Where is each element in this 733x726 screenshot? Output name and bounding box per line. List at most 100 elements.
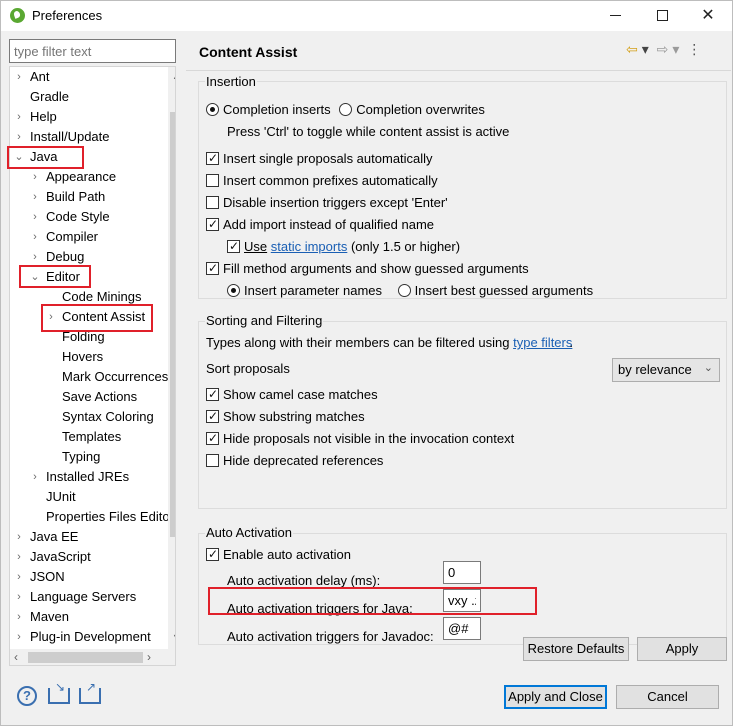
- tree-item[interactable]: › Maven: [10, 607, 168, 627]
- tree-item-label[interactable]: Save Actions: [62, 387, 137, 407]
- tree-item-label[interactable]: Java EE: [30, 527, 78, 547]
- tree-item[interactable]: › Installed JREs: [10, 467, 168, 487]
- checkbox-unchecked[interactable]: [206, 196, 219, 209]
- tree-item[interactable]: Typing: [10, 447, 168, 467]
- delay-input[interactable]: [443, 561, 481, 584]
- checkbox-checked[interactable]: [227, 237, 240, 255]
- insert-best-guessed-radio[interactable]: [397, 284, 411, 297]
- collapsed-arrow-icon[interactable]: ›: [14, 67, 24, 87]
- sort-proposals-value[interactable]: by relevance: [618, 362, 692, 377]
- tree-item-label[interactable]: Hovers: [62, 347, 103, 367]
- tree-item-label[interactable]: Plug-in Development: [30, 627, 151, 647]
- tree-item-label[interactable]: Compiler: [46, 227, 98, 247]
- tree-vertical-scrollbar[interactable]: ▲ ▼: [168, 67, 175, 649]
- completion-overwrites-label[interactable]: Completion overwrites: [356, 102, 485, 117]
- collapsed-arrow-icon[interactable]: ›: [14, 127, 24, 147]
- tree-item[interactable]: › Install/Update: [10, 127, 168, 147]
- insert-best-guessed-label[interactable]: Insert best guessed arguments: [415, 283, 594, 298]
- apply-and-close-button[interactable]: Apply and Close: [504, 685, 607, 709]
- collapsed-arrow-icon[interactable]: ›: [14, 607, 24, 627]
- tree-item-label[interactable]: JavaScript: [30, 547, 91, 567]
- tree-item-label[interactable]: Properties Files Editor: [46, 507, 174, 527]
- tree-item[interactable]: Templates: [10, 427, 168, 447]
- checkbox-checked[interactable]: [206, 407, 219, 425]
- tree-item[interactable]: Mark Occurrences: [10, 367, 168, 387]
- tree-item[interactable]: › Language Servers: [10, 587, 168, 607]
- checkbox-checked[interactable]: [206, 215, 219, 233]
- collapsed-arrow-icon[interactable]: ›: [14, 567, 24, 587]
- tree-item[interactable]: Save Actions: [10, 387, 168, 407]
- cancel-button[interactable]: Cancel: [616, 685, 719, 709]
- disable-triggers-checkbox[interactable]: Disable insertion triggers except 'Enter…: [206, 194, 448, 212]
- import-icon[interactable]: [48, 680, 70, 704]
- close-button[interactable]: ✕: [685, 1, 731, 31]
- tree-item[interactable]: Properties Files Editor: [10, 507, 174, 527]
- tree-item-label[interactable]: Code Style: [46, 207, 110, 227]
- filter-input[interactable]: [9, 39, 176, 63]
- fill-method-label[interactable]: Fill method arguments and show guessed a…: [223, 261, 529, 276]
- tree-item[interactable]: › Compiler: [10, 227, 168, 247]
- tree-item[interactable]: JUnit: [10, 487, 168, 507]
- checkbox-unchecked[interactable]: [206, 174, 219, 187]
- collapsed-arrow-icon[interactable]: ›: [30, 207, 40, 227]
- tree-item[interactable]: Hovers: [10, 347, 168, 367]
- checkbox-checked[interactable]: [206, 545, 219, 563]
- collapsed-arrow-icon[interactable]: ›: [30, 467, 40, 487]
- tree-item-label[interactable]: Ant: [30, 67, 50, 87]
- static-imports-link[interactable]: static imports: [271, 239, 348, 254]
- scroll-right-icon[interactable]: ›: [147, 650, 151, 664]
- back-dropdown-icon[interactable]: ▾: [642, 41, 649, 58]
- tree-item-label[interactable]: Installed JREs: [46, 467, 129, 487]
- tree-item-label[interactable]: Language Servers: [30, 587, 136, 607]
- insert-param-names-label[interactable]: Insert parameter names: [244, 283, 382, 298]
- collapsed-arrow-icon[interactable]: ›: [14, 527, 24, 547]
- scroll-left-icon[interactable]: ‹: [14, 650, 18, 664]
- tree-item[interactable]: › Build Path: [10, 187, 168, 207]
- tree-item-label[interactable]: Templates: [62, 427, 121, 447]
- completion-inserts-label[interactable]: Completion inserts: [223, 102, 331, 117]
- apply-button[interactable]: Apply: [637, 637, 727, 661]
- tree-item[interactable]: › JSON: [10, 567, 168, 587]
- tree-item[interactable]: › Java EE: [10, 527, 168, 547]
- tree-item-label[interactable]: JUnit: [46, 487, 76, 507]
- collapsed-arrow-icon[interactable]: ›: [14, 587, 24, 607]
- tree-item-label[interactable]: Mark Occurrences: [62, 367, 168, 387]
- tree-item[interactable]: › Debug: [10, 247, 168, 267]
- view-menu-icon[interactable]: ⋮: [687, 41, 701, 58]
- javadoc-triggers-input[interactable]: [443, 617, 481, 640]
- enable-auto-activation-label[interactable]: Enable auto activation: [223, 547, 351, 562]
- tree-item-label[interactable]: Build Path: [46, 187, 105, 207]
- tree-item[interactable]: Syntax Coloring: [10, 407, 168, 427]
- completion-overwrites-radio[interactable]: [339, 103, 353, 116]
- tree-item-label[interactable]: Gradle: [30, 87, 69, 107]
- disable-triggers-label[interactable]: Disable insertion triggers except 'Enter…: [223, 195, 448, 210]
- substring-checkbox[interactable]: Show substring matches: [206, 407, 365, 426]
- checkbox-checked[interactable]: [206, 259, 219, 277]
- tree-item-label[interactable]: Install/Update: [30, 127, 110, 147]
- checkbox-checked[interactable]: [206, 385, 219, 403]
- scroll-thumb-horizontal[interactable]: [28, 652, 143, 663]
- tree-item-label[interactable]: JSON: [30, 567, 65, 587]
- checkbox-checked[interactable]: [206, 429, 219, 447]
- insert-single-checkbox[interactable]: Insert single proposals automatically: [206, 149, 433, 168]
- hide-not-visible-label[interactable]: Hide proposals not visible in the invoca…: [223, 431, 514, 446]
- tree-item-label[interactable]: Help: [30, 107, 57, 127]
- tree-item[interactable]: › Appearance: [10, 167, 168, 187]
- back-icon[interactable]: ⇦: [626, 41, 638, 58]
- scroll-up-icon[interactable]: ▲: [172, 71, 175, 81]
- add-import-label[interactable]: Add import instead of qualified name: [223, 217, 434, 232]
- add-import-checkbox[interactable]: Add import instead of qualified name: [206, 215, 434, 234]
- checkbox-checked[interactable]: [206, 149, 219, 167]
- tree-item-label[interactable]: Typing: [62, 447, 100, 467]
- scroll-down-icon[interactable]: ▼: [172, 632, 175, 642]
- help-icon[interactable]: ?: [17, 686, 37, 706]
- export-icon[interactable]: [79, 680, 101, 704]
- forward-icon[interactable]: ⇨: [657, 41, 669, 58]
- tree-item[interactable]: › Help: [10, 107, 168, 127]
- insert-param-names-radio[interactable]: [227, 284, 240, 297]
- maximize-button[interactable]: [639, 1, 685, 31]
- hide-deprecated-checkbox[interactable]: Hide deprecated references: [206, 452, 383, 470]
- chevron-down-icon[interactable]: ⌄: [704, 361, 713, 374]
- tree-horizontal-scrollbar[interactable]: ‹ ›: [10, 649, 175, 665]
- type-filters-link[interactable]: type filters: [513, 335, 572, 350]
